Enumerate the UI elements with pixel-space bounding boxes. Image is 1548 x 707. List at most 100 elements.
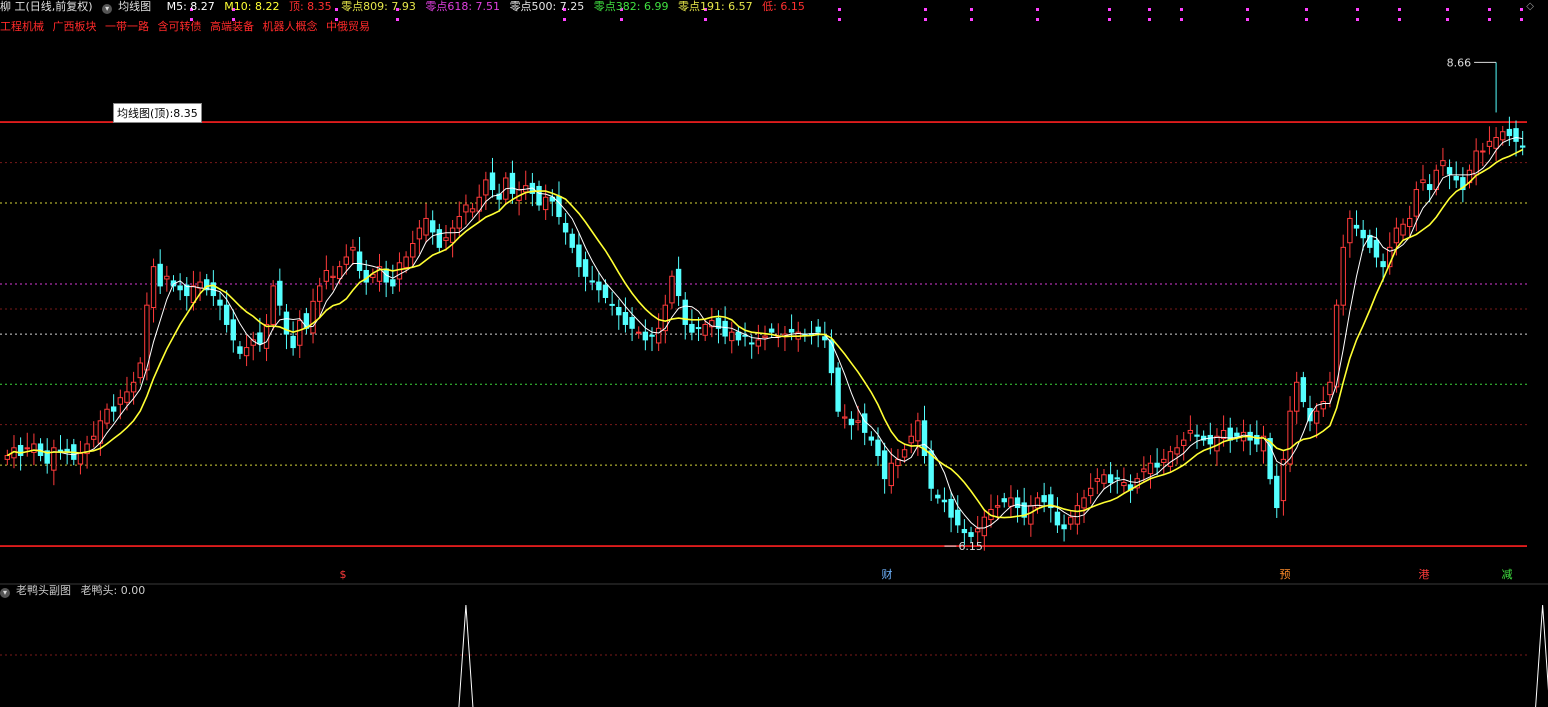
- signal-dot: [924, 8, 927, 11]
- candle-body: [1400, 223, 1406, 236]
- tag[interactable]: 机器人概念: [263, 20, 318, 33]
- signal-dot: [1148, 18, 1151, 21]
- candle-body: [1041, 495, 1047, 503]
- candle-body: [117, 397, 124, 405]
- candle-body: [562, 222, 569, 233]
- candle-body: [622, 312, 629, 325]
- signal-dot: [704, 18, 707, 21]
- candle-body: [735, 331, 742, 341]
- candle-body: [682, 299, 688, 325]
- tag[interactable]: 广西板块: [53, 20, 97, 33]
- stock-name[interactable]: 柳 工(日线,前复权): [0, 0, 93, 13]
- candle-body: [908, 435, 914, 444]
- candle-body: [1426, 184, 1433, 191]
- candle-body: [1061, 524, 1067, 530]
- indicator-name[interactable]: ▾ 均线图: [102, 0, 157, 14]
- kline-chart[interactable]: 8.66 6.15 $ 财 预 港 减: [0, 0, 1548, 707]
- signal-dot: [396, 18, 399, 21]
- tag[interactable]: 工程机械: [0, 20, 44, 33]
- candle-body: [1167, 451, 1174, 467]
- candle-body: [662, 304, 669, 332]
- candle-body: [602, 284, 609, 298]
- low-label: 低: 6.15: [762, 0, 805, 13]
- candle-body: [277, 280, 283, 306]
- candle-body: [1054, 511, 1061, 526]
- sub-panel-title[interactable]: 老鸭头副图: [16, 584, 71, 597]
- candle-body: [217, 299, 223, 306]
- candle-body: [868, 436, 875, 441]
- candle-body: [17, 444, 24, 457]
- candle-body: [243, 347, 250, 357]
- candle-body: [257, 332, 263, 345]
- dropdown-icon[interactable]: ▾: [0, 588, 10, 598]
- candle-body: [130, 381, 137, 393]
- candle-body: [655, 327, 662, 344]
- candle-body: [596, 281, 602, 291]
- candle-body: [1340, 246, 1346, 306]
- candle-body: [788, 328, 795, 333]
- candle-body: [1493, 137, 1499, 149]
- candle-body: [1519, 145, 1526, 148]
- diamond-icon[interactable]: ◇: [1526, 1, 1534, 12]
- candle-body: [463, 204, 469, 213]
- signal-dot: [1446, 18, 1449, 21]
- z500-label: 零点500: 7.25: [509, 0, 585, 13]
- candle-body: [104, 408, 110, 424]
- z191-label: 零点191: 6.57: [677, 0, 753, 13]
- candle-body: [915, 420, 921, 442]
- candle-body: [1087, 487, 1094, 497]
- candle-body: [1420, 179, 1426, 184]
- candle-body: [702, 323, 708, 336]
- signal-dot: [838, 8, 841, 11]
- candle-body: [429, 220, 436, 233]
- candle-body: [1313, 410, 1320, 424]
- candle-body: [509, 172, 516, 194]
- candle-body: [1207, 434, 1214, 445]
- candle-body: [974, 528, 981, 533]
- candle-body: [1028, 505, 1034, 525]
- candle-body: [1360, 229, 1366, 239]
- candle-body: [994, 505, 1001, 508]
- candle-body: [416, 227, 423, 240]
- signal-dot: [1488, 18, 1491, 21]
- z618-label: 零点618: 7.51: [425, 0, 501, 13]
- candle-body: [403, 256, 409, 268]
- sub-panel-header: ▾ 老鸭头副图 老鸭头: 0.00: [0, 584, 151, 598]
- candle-body: [316, 285, 323, 302]
- candle-body: [1121, 481, 1127, 487]
- z382-label: 零点382: 6.99: [593, 0, 669, 13]
- candle-body: [1300, 377, 1307, 403]
- candle-body: [263, 323, 270, 349]
- candle-body: [616, 306, 622, 316]
- candle-body: [1161, 458, 1167, 463]
- candle-body: [961, 529, 968, 534]
- candle-body: [1440, 160, 1446, 167]
- crosshair-tooltip: 均线图(顶):8.35: [113, 103, 202, 123]
- signal-dot: [1305, 8, 1308, 11]
- candle-body: [1181, 439, 1187, 446]
- z809-label: 零点809: 7.93: [341, 0, 416, 13]
- signal-dot: [1108, 18, 1111, 21]
- ma10-label: M10: 8.22: [224, 0, 280, 13]
- tag[interactable]: 中俄贸易: [326, 20, 370, 33]
- candle-body: [150, 266, 157, 308]
- candle-body: [483, 179, 489, 196]
- candle-body: [336, 266, 343, 280]
- candle-body: [536, 185, 542, 206]
- candle-body: [356, 251, 363, 271]
- tag[interactable]: 一带一路: [105, 20, 149, 33]
- tag[interactable]: 高端装备: [210, 20, 254, 33]
- tag[interactable]: 含可转债: [158, 20, 202, 33]
- dropdown-icon[interactable]: ▾: [102, 4, 113, 14]
- candle-body: [875, 439, 881, 457]
- candle-body: [1094, 478, 1101, 482]
- event-marker: $: [340, 568, 347, 581]
- candle-body: [955, 509, 961, 526]
- candle-body: [848, 418, 855, 426]
- candle-body: [1380, 261, 1386, 268]
- candle-body: [1294, 381, 1300, 412]
- candle-body: [410, 243, 416, 258]
- chart-header: 柳 工(日线,前复权) ▾ 均线图 M5: 8.27 M10: 8.22 顶: 8…: [0, 0, 811, 14]
- candle-body: [1107, 474, 1114, 483]
- candle-body: [164, 275, 170, 280]
